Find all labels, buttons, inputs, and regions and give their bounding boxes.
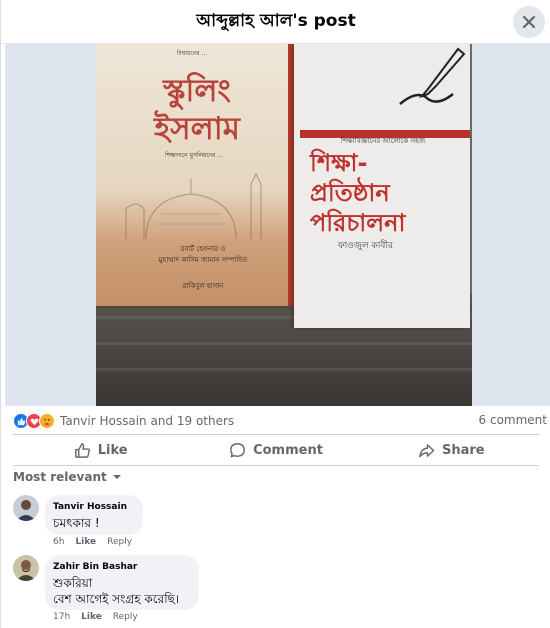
mosque-sketch-icon bbox=[125, 172, 262, 239]
like-button[interactable]: Like bbox=[13, 435, 188, 465]
book-right-title-line1: শিক্ষা- bbox=[310, 149, 368, 177]
comment-like-link[interactable]: Like bbox=[81, 612, 102, 622]
reaction-names[interactable]: Tanvir Hossain and 19 others bbox=[60, 414, 234, 428]
dialog-header: আব্দুল্লাহ আল's post bbox=[1, 0, 550, 44]
close-icon bbox=[522, 15, 536, 29]
comment-like-link[interactable]: Like bbox=[75, 537, 96, 547]
caret-down-icon bbox=[112, 475, 121, 479]
avatar[interactable] bbox=[13, 495, 39, 521]
post-dialog: আব্দুল্লাহ আল's post বিশ্বায়নের ... স্ক… bbox=[0, 0, 550, 628]
comment-author[interactable]: Tanvir Hossain bbox=[53, 502, 132, 512]
share-button-label: Share bbox=[442, 442, 485, 458]
user-avatar-icon bbox=[13, 555, 39, 581]
comment-time[interactable]: 6h bbox=[53, 537, 64, 547]
book-right-title-line3: পরিচালনা bbox=[310, 209, 406, 237]
like-button-label: Like bbox=[97, 442, 128, 458]
comment-meta: 6h Like Reply bbox=[53, 537, 132, 547]
post-photo-area[interactable]: বিশ্বায়নের ... স্কুলিং ইসলাম শিক্ষাদানে… bbox=[5, 44, 550, 406]
comment-bubble-icon bbox=[230, 442, 245, 457]
book-left-translator: রাকিবুল হাসান bbox=[182, 282, 224, 290]
book-left-title-line2: ইসলাম bbox=[154, 111, 240, 147]
comment-bubble: Zahir Bin Bashar শুকরিয়া বেশ আগেই সংগ্র… bbox=[45, 555, 199, 610]
book-cover-institution-management: শিক্ষাবিজ্ঞানের আলোকে সহজ শিক্ষা- প্রতিষ… bbox=[294, 44, 470, 328]
reaction-summary[interactable]: Tanvir Hossain and 19 others bbox=[13, 412, 234, 430]
book-right-author: ফাওজুল কাবীর bbox=[338, 241, 393, 251]
comment-count[interactable]: 6 comment bbox=[479, 413, 547, 427]
pen-nib-icon bbox=[399, 47, 466, 105]
share-arrow-icon bbox=[419, 443, 435, 457]
comment-reply-link[interactable]: Reply bbox=[113, 612, 138, 622]
avatar[interactable] bbox=[13, 555, 39, 581]
comment-reply-link[interactable]: Reply bbox=[107, 537, 132, 547]
book-cover-schooling-islam: বিশ্বায়নের ... স্কুলিং ইসলাম শিক্ষাদানে… bbox=[96, 44, 296, 306]
thumbs-up-icon bbox=[74, 442, 90, 458]
comment-button[interactable]: Comment bbox=[188, 435, 363, 465]
care-reaction-icon bbox=[39, 413, 55, 429]
book-left-authors-line2: মুহাম্মাদ কাসিম জামান সম্পাদিত bbox=[158, 256, 248, 264]
share-button[interactable]: Share bbox=[364, 435, 539, 465]
user-avatar-icon bbox=[13, 495, 39, 521]
book-right-band-text: শিক্ষাবিজ্ঞানের আলোকে সহজ bbox=[340, 137, 426, 145]
comment-text-line2: বেশ আগেই সংগ্রহ করেছি। bbox=[53, 592, 180, 606]
book-left-title: স্কুলিং ইসলাম bbox=[116, 72, 278, 148]
comment-sort-dropdown[interactable]: Most relevant bbox=[13, 470, 122, 484]
comment-sort-label: Most relevant bbox=[13, 470, 107, 484]
dialog-title: আব্দুল্লাহ আল's post bbox=[196, 11, 356, 31]
book-left-authors-line1: রবার্ট হেফনার ও bbox=[180, 245, 226, 253]
book-left-authors: রবার্ট হেফনার ও মুহাম্মাদ কাসিম জামান সম… bbox=[126, 244, 280, 266]
comment-meta: 17h Like Reply bbox=[53, 612, 138, 622]
close-button[interactable] bbox=[513, 6, 545, 38]
comment-button-label: Comment bbox=[253, 442, 323, 458]
comment-author[interactable]: Zahir Bin Bashar bbox=[53, 562, 188, 572]
comment-time[interactable]: 17h bbox=[53, 612, 70, 622]
comment-bubble: Tanvir Hossain চমৎকার ! bbox=[45, 495, 143, 535]
book-left-subtitle: শিক্ষাদানে মুসলিমদের ... bbox=[165, 152, 223, 159]
book-left-title-line1: স্কুলিং bbox=[163, 73, 231, 109]
comment-text-line1: শুকরিয়া bbox=[53, 576, 93, 590]
book-left-tagline: বিশ্বায়নের ... bbox=[176, 50, 208, 57]
post-photo[interactable]: বিশ্বায়নের ... স্কুলিং ইসলাম শিক্ষাদানে… bbox=[96, 44, 472, 406]
book-right-title-line2: প্রতিষ্ঠান bbox=[310, 179, 390, 207]
post-action-bar: Like Comment Share bbox=[13, 434, 539, 466]
comment-text: চমৎকার ! bbox=[53, 516, 100, 530]
book-right-title: শিক্ষা- প্রতিষ্ঠান পরিচালনা bbox=[310, 148, 466, 238]
